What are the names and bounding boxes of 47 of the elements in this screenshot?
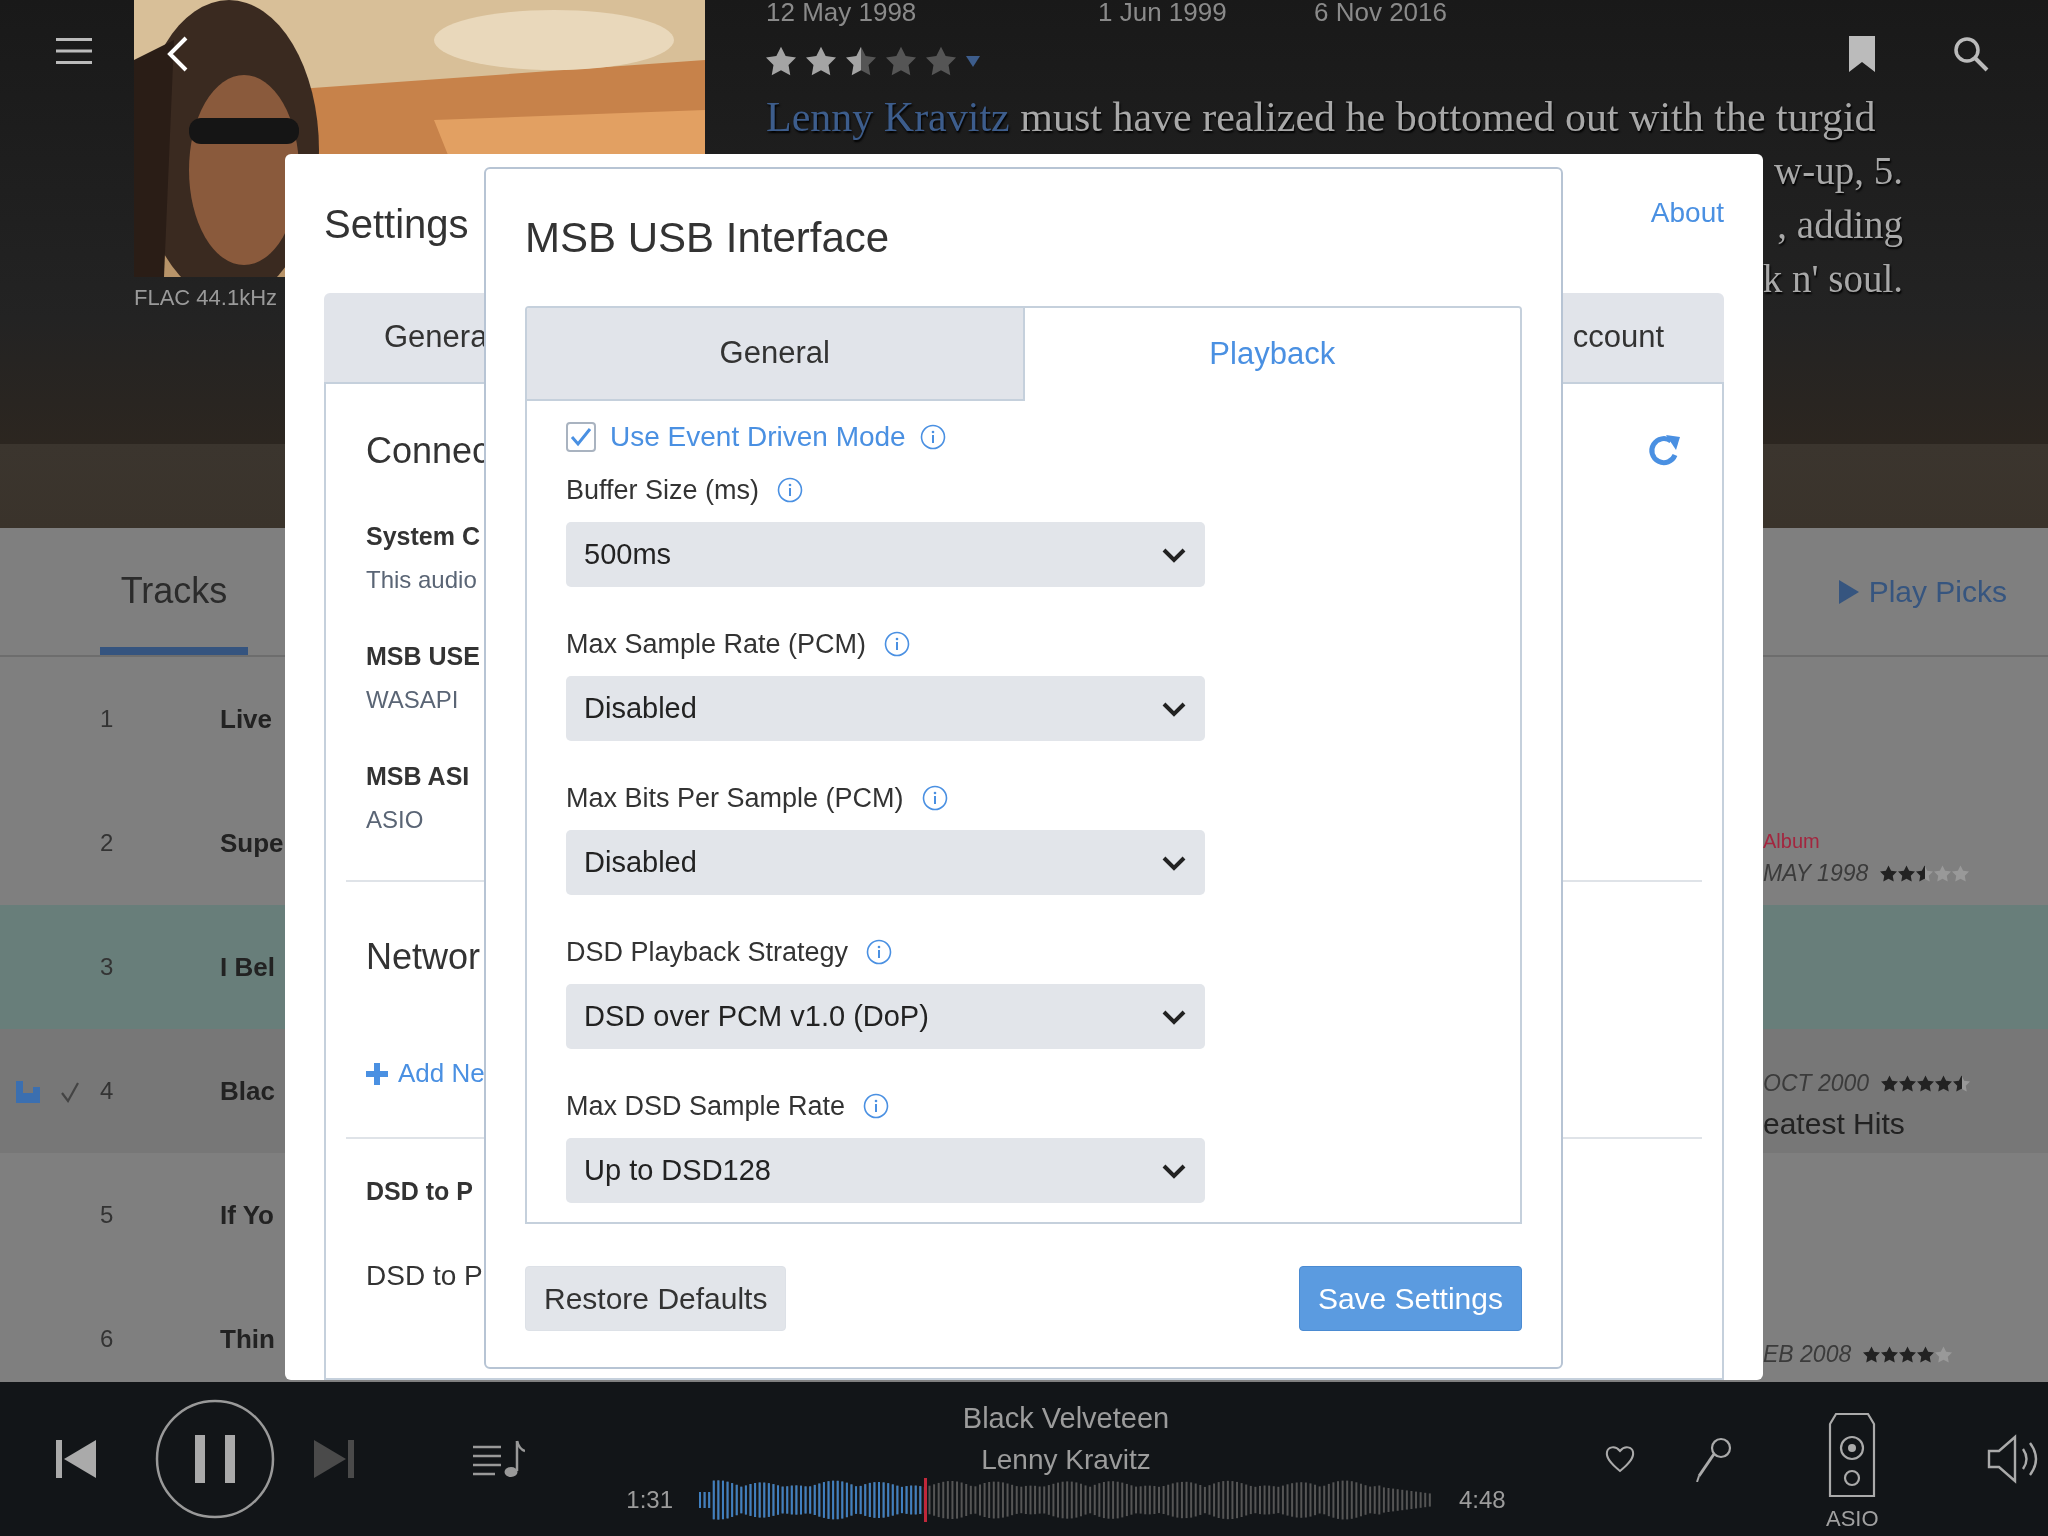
date-label: 12 May 1998 xyxy=(766,0,917,26)
modal-title: Settings xyxy=(324,200,469,248)
device-type: This audio xyxy=(366,565,477,595)
device-name: System C xyxy=(366,521,480,552)
review-text: w-up, 5. xyxy=(1774,148,1903,195)
duration-time: 4:48 xyxy=(1459,1485,1506,1515)
track-title: Black Velveteen xyxy=(962,1401,1170,1436)
section-title: Connec xyxy=(366,429,491,473)
section-title: Networ xyxy=(366,935,481,979)
device-name: MSB USE xyxy=(366,641,480,672)
track-number: 1 xyxy=(100,705,114,732)
track-title: If Yo xyxy=(220,1199,274,1230)
review-text: Lenny Kravitz must have realized he bottomed out with the turgid xyxy=(766,93,1877,142)
track-title: I Bel xyxy=(220,951,275,982)
field-label: Max Bits Per Sample (PCM) xyxy=(566,782,904,815)
track-number: 6 xyxy=(100,1325,114,1352)
track-title: Supe xyxy=(220,827,284,858)
field-label: Max DSD Sample Rate xyxy=(566,1090,846,1123)
track-number: 4 xyxy=(100,1077,114,1104)
track-title: Blac xyxy=(220,1075,275,1106)
date-label: 1 Jun 1999 xyxy=(1098,0,1227,26)
release-date: OCT 2000 xyxy=(1763,1069,1870,1099)
option-label: DSD to P xyxy=(366,1259,483,1293)
review-text: k n' soul. xyxy=(1762,256,1903,302)
track-number: 3 xyxy=(100,953,114,980)
output-label: ASIO xyxy=(1826,1504,1879,1533)
elapsed-time: 1:31 xyxy=(626,1485,673,1515)
device-type: ASIO xyxy=(366,805,424,835)
review-text: , adding xyxy=(1777,202,1903,249)
format-label: FLAC 44.1kHz xyxy=(134,284,279,312)
album-title: eatest Hits xyxy=(1763,1105,1905,1142)
release-date: EB 2008 xyxy=(1763,1339,1852,1369)
device-name: MSB ASI xyxy=(366,761,470,792)
field-label: Max Sample Rate (PCM) xyxy=(566,628,867,661)
release-date: MAY 1998 xyxy=(1763,858,1869,888)
artist-name: Lenny Kravitz xyxy=(981,1443,1151,1477)
device-type: WASAPI xyxy=(366,685,459,715)
album-label: Album xyxy=(1763,828,1820,854)
date-label: 6 Nov 2016 xyxy=(1314,0,1447,26)
field-label: DSD Playback Strategy xyxy=(566,936,849,969)
track-number: 2 xyxy=(100,829,114,856)
field-label: Buffer Size (ms) xyxy=(566,474,760,507)
option-title: DSD to P xyxy=(366,1176,473,1207)
dialog-title: MSB USB Interface xyxy=(525,213,891,263)
track-number: 5 xyxy=(100,1201,114,1228)
track-title: Live xyxy=(220,703,273,734)
track-title: Thin xyxy=(220,1323,275,1354)
